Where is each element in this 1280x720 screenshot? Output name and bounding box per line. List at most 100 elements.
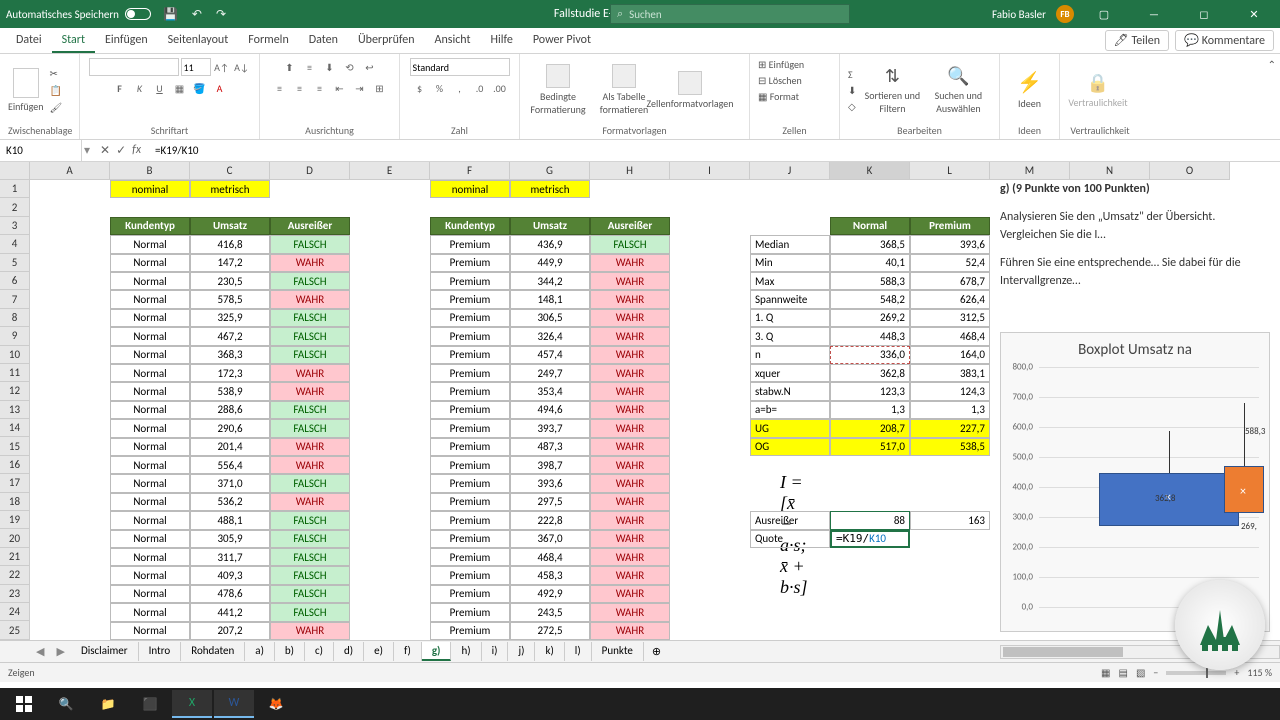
row-header-22[interactable]: 22 (0, 566, 30, 584)
cell-D7[interactable]: WAHR (270, 290, 350, 308)
cell-D5[interactable]: WAHR (270, 254, 350, 272)
sheet-tab-b)[interactable]: b) (275, 642, 305, 661)
cell-H8[interactable]: WAHR (590, 309, 670, 327)
cell-H4[interactable]: FALSCH (590, 235, 670, 253)
cell-J13[interactable]: a=b= (750, 401, 830, 419)
number-format-select[interactable] (410, 58, 510, 76)
fx-icon[interactable]: fx (132, 143, 141, 158)
font-size-select[interactable] (181, 58, 211, 76)
cell-C15[interactable]: 201,4 (190, 438, 270, 456)
cell-F16[interactable]: Premium (430, 456, 510, 474)
row-header-24[interactable]: 24 (0, 603, 30, 621)
inc-dec-icon[interactable]: .0 (471, 79, 489, 97)
cell-H11[interactable]: WAHR (590, 364, 670, 382)
row-headers[interactable]: 1234567891011121314151617181920212223242… (0, 180, 30, 640)
cell-G13[interactable]: 494,6 (510, 401, 590, 419)
align-top-icon[interactable]: ⬆ (281, 58, 299, 76)
cell-D21[interactable]: FALSCH (270, 548, 350, 566)
menu-formeln[interactable]: Formeln (238, 29, 298, 53)
row-header-1[interactable]: 1 (0, 180, 30, 198)
row-header-15[interactable]: 15 (0, 437, 30, 455)
cell-C21[interactable]: 311,7 (190, 548, 270, 566)
col-header-G[interactable]: G (510, 162, 590, 180)
cell-C5[interactable]: 147,2 (190, 254, 270, 272)
format-cells-button[interactable]: ▦ Format (758, 90, 799, 103)
cell-B3[interactable]: Kundentyp (110, 217, 190, 235)
enter-formula-icon[interactable]: ✓ (116, 143, 126, 158)
cell-D4[interactable]: FALSCH (270, 235, 350, 253)
cell-C20[interactable]: 305,9 (190, 530, 270, 548)
cell-G1[interactable]: metrisch (510, 180, 590, 198)
cell-B23[interactable]: Normal (110, 585, 190, 603)
cell-H19[interactable]: WAHR (590, 511, 670, 529)
indent-dec-icon[interactable]: ⇤ (331, 79, 349, 97)
cell-D25[interactable]: WAHR (270, 622, 350, 640)
cell-D3[interactable]: Ausreißer (270, 217, 350, 235)
insert-cells-button[interactable]: ⊞ Einfügen (758, 58, 804, 71)
cell-D13[interactable]: FALSCH (270, 401, 350, 419)
cell-C1[interactable]: metrisch (190, 180, 270, 198)
cell-J7[interactable]: Spannweite (750, 290, 830, 308)
cell-G17[interactable]: 393,6 (510, 474, 590, 492)
col-header-I[interactable]: I (670, 162, 750, 180)
cell-G14[interactable]: 393,7 (510, 419, 590, 437)
copy-icon[interactable]: 📋 (50, 84, 63, 97)
row-header-11[interactable]: 11 (0, 364, 30, 382)
cell-G8[interactable]: 306,5 (510, 309, 590, 327)
cell-C17[interactable]: 371,0 (190, 474, 270, 492)
cell-F22[interactable]: Premium (430, 566, 510, 584)
cell-D15[interactable]: WAHR (270, 438, 350, 456)
cell-F21[interactable]: Premium (430, 548, 510, 566)
cell-D19[interactable]: FALSCH (270, 511, 350, 529)
cell-F8[interactable]: Premium (430, 309, 510, 327)
sheet-tab-l)[interactable]: l) (565, 642, 592, 661)
cell-D8[interactable]: FALSCH (270, 309, 350, 327)
col-header-N[interactable]: N (1070, 162, 1150, 180)
cell-F25[interactable]: Premium (430, 622, 510, 640)
cell-H6[interactable]: WAHR (590, 272, 670, 290)
autosave-toggle[interactable]: Automatisches Speichern (6, 8, 151, 21)
cell-G21[interactable]: 468,4 (510, 548, 590, 566)
cell-J14[interactable]: UG (750, 419, 830, 437)
cell-J4[interactable]: Median (750, 235, 830, 253)
row-header-19[interactable]: 19 (0, 511, 30, 529)
save-icon[interactable]: 💾 (163, 7, 178, 22)
align-mid-icon[interactable]: ≡ (301, 58, 319, 76)
cell-G15[interactable]: 487,3 (510, 438, 590, 456)
cell-B8[interactable]: Normal (110, 309, 190, 327)
cell-K13[interactable]: 1,3 (830, 401, 910, 419)
menu-seitenlayout[interactable]: Seitenlayout (158, 29, 239, 53)
cell-F5[interactable]: Premium (430, 254, 510, 272)
cell-F14[interactable]: Premium (430, 419, 510, 437)
cell-G7[interactable]: 148,1 (510, 290, 590, 308)
row-header-17[interactable]: 17 (0, 474, 30, 492)
cell-C11[interactable]: 172,3 (190, 364, 270, 382)
currency-icon[interactable]: $ (411, 79, 429, 97)
sheet-tab-h)[interactable]: h) (451, 642, 481, 661)
row-header-14[interactable]: 14 (0, 419, 30, 437)
cell-D10[interactable]: FALSCH (270, 346, 350, 364)
col-header-B[interactable]: B (110, 162, 190, 180)
cell-J6[interactable]: Max (750, 272, 830, 290)
cell-K20[interactable]: =K19/K10 (830, 530, 910, 548)
cell-K7[interactable]: 548,2 (830, 290, 910, 308)
cell-G20[interactable]: 367,0 (510, 530, 590, 548)
cell-G22[interactable]: 458,3 (510, 566, 590, 584)
cell-F13[interactable]: Premium (430, 401, 510, 419)
cell-C7[interactable]: 578,5 (190, 290, 270, 308)
cell-H14[interactable]: WAHR (590, 419, 670, 437)
row-header-13[interactable]: 13 (0, 401, 30, 419)
sheet-tab-j)[interactable]: j) (508, 642, 535, 661)
cell-H3[interactable]: Ausreißer (590, 217, 670, 235)
cell-F3[interactable]: Kundentyp (430, 217, 510, 235)
cell-J20[interactable]: Quote (750, 530, 830, 548)
cell-C6[interactable]: 230,5 (190, 272, 270, 290)
cell-H13[interactable]: WAHR (590, 401, 670, 419)
cell-B9[interactable]: Normal (110, 327, 190, 345)
cell-B12[interactable]: Normal (110, 382, 190, 400)
cell-K5[interactable]: 40,1 (830, 254, 910, 272)
cell-B10[interactable]: Normal (110, 346, 190, 364)
cell-L9[interactable]: 468,4 (910, 327, 990, 345)
row-header-12[interactable]: 12 (0, 382, 30, 400)
cell-L3[interactable]: Premium (910, 217, 990, 235)
